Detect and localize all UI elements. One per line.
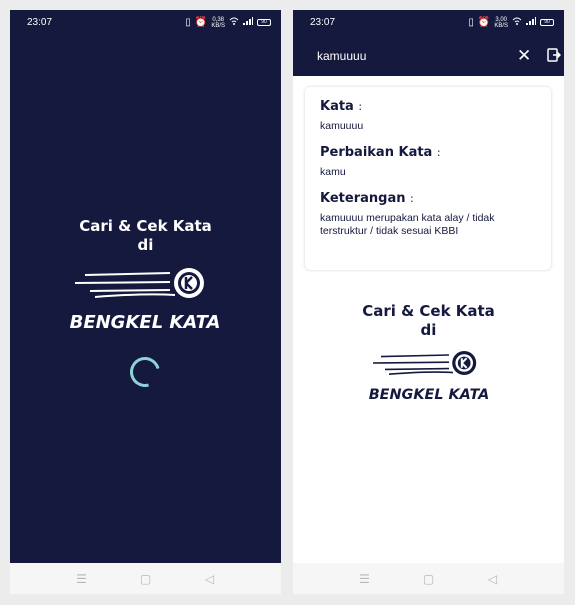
system-nav-bar: ☰ ▢ ◁	[10, 563, 281, 594]
tagline-line1: Cari & Cek Kata	[79, 217, 212, 235]
field-kata: Kata : kamuuuu	[320, 99, 536, 133]
splash-screen: 23:07 ▯ ⏰ 0,38 KB/S 90 Cari & Cek Kata di	[10, 10, 281, 594]
bengkel-kata-logo: BENGKEL KATA	[365, 346, 493, 409]
vibrate-icon: ▯	[185, 17, 191, 28]
search-input[interactable]	[317, 48, 487, 63]
menu-icon[interactable]: ☰	[75, 572, 89, 586]
bengkel-kata-logo: BENGKEL KATA	[65, 263, 225, 338]
menu-icon[interactable]: ☰	[358, 572, 372, 586]
tagline-line2: di	[137, 236, 154, 254]
network-speed: 3,00 KB/S	[494, 16, 508, 29]
close-icon[interactable]: ✕	[517, 47, 531, 64]
perbaikan-label: Perbaikan Kata	[320, 145, 433, 160]
signal-icon	[243, 17, 253, 28]
colon: :	[410, 192, 414, 205]
alarm-icon: ⏰	[194, 17, 208, 28]
status-icons: ▯ ⏰ 3,00 KB/S 90	[468, 17, 554, 29]
signal-icon	[526, 17, 536, 28]
back-icon[interactable]: ◁	[486, 572, 500, 586]
home-icon[interactable]: ▢	[422, 572, 436, 586]
kata-label: Kata	[320, 99, 354, 114]
perbaikan-value: kamu	[320, 166, 346, 178]
tagline-line2: di	[420, 321, 437, 339]
status-bar: 23:07 ▯ ⏰ 0,38 KB/S 90	[10, 10, 281, 35]
loading-spinner	[124, 351, 166, 393]
alarm-icon: ⏰	[477, 17, 491, 28]
vibrate-icon: ▯	[468, 17, 474, 28]
colon: :	[358, 100, 363, 113]
kata-value: kamuuuu	[320, 120, 364, 132]
network-speed: 0,38 KB/S	[211, 16, 225, 29]
tagline: Cari & Cek Kata di	[293, 302, 564, 340]
logo-text: BENGKEL KATA	[369, 387, 490, 403]
battery-icon: 90	[540, 19, 554, 26]
colon: :	[436, 146, 441, 159]
field-keterangan: Keterangan : kamuuuu merupakan kata alay…	[320, 191, 536, 238]
field-perbaikan: Perbaikan Kata : kamu	[320, 145, 536, 179]
status-time: 23:07	[27, 17, 53, 28]
tagline-line1: Cari & Cek Kata	[362, 302, 495, 320]
system-nav-bar: ☰ ▢ ◁	[293, 563, 564, 594]
exit-icon[interactable]	[547, 48, 562, 62]
battery-icon: 90	[257, 19, 271, 26]
tagline: Cari & Cek Kata di	[10, 217, 281, 255]
result-card: Kata : kamuuuu Perbaikan Kata : kamu Ket…	[305, 87, 551, 270]
keterangan-value: kamuuuu merupakan kata alay / tidak ters…	[320, 212, 495, 237]
result-screen: 23:07 ▯ ⏰ 3,00KB/S 90 ✕ Kata : kamuuuu	[293, 10, 564, 594]
wifi-icon	[229, 17, 239, 28]
splash-body: Cari & Cek Kata di BENGKEL KATA	[10, 35, 281, 563]
logo-text: BENGKEL KATA	[70, 312, 221, 333]
search-app-bar: ✕	[293, 35, 564, 76]
keterangan-label: Keterangan	[320, 191, 406, 206]
home-icon[interactable]: ▢	[139, 572, 153, 586]
result-content: Kata : kamuuuu Perbaikan Kata : kamu Ket…	[293, 76, 564, 563]
back-icon[interactable]: ◁	[203, 572, 217, 586]
wifi-icon	[512, 17, 522, 28]
status-icons: ▯ ⏰ 0,38 KB/S 90	[185, 17, 271, 29]
status-bar: 23:07 ▯ ⏰ 3,00 KB/S 90	[293, 10, 564, 35]
status-time: 23:07	[310, 17, 336, 28]
